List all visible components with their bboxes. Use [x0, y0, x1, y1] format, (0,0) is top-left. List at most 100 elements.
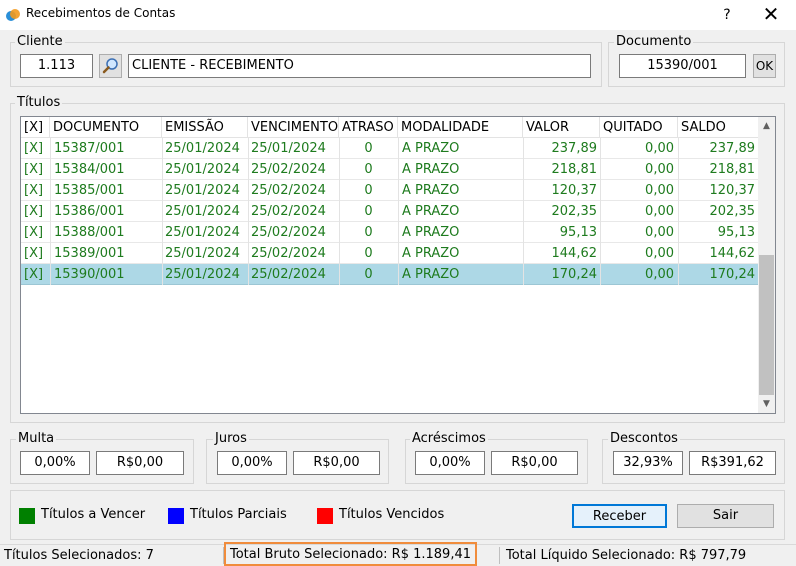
column-divider	[523, 138, 524, 159]
column-divider	[398, 138, 399, 159]
column-divider	[600, 180, 601, 201]
column-divider	[248, 201, 249, 222]
cliente-code-field[interactable]: 1.113	[20, 54, 93, 78]
scroll-up-icon[interactable]: ▲	[758, 119, 775, 133]
multa-legend: Multa	[16, 431, 57, 446]
cell-saldo: 170,24	[709, 267, 756, 282]
cell-vencimento: 25/02/2024	[251, 246, 326, 261]
sair-button[interactable]: Sair	[677, 504, 774, 528]
column-divider	[248, 222, 249, 243]
column-divider	[600, 264, 601, 285]
cell-vencimento: 25/02/2024	[251, 183, 326, 198]
scroll-thumb[interactable]	[759, 255, 774, 395]
titulos-grid[interactable]: [X] DOCUMENTO EMISSÃO VENCIMENTO ATRASO …	[20, 116, 776, 414]
column-divider	[678, 264, 679, 285]
help-button[interactable]: ?	[712, 3, 742, 27]
cell-check: [X]	[24, 141, 44, 156]
cell-documento: 15388/001	[54, 225, 125, 240]
col-header-vencimento[interactable]: VENCIMENTO	[248, 117, 339, 138]
table-row[interactable]: [X] 15386/001 25/01/2024 25/02/2024 0 A PRAZO…	[21, 201, 758, 222]
cliente-legend: Cliente	[15, 34, 65, 49]
acrescimos-percent-field[interactable]: 0,00%	[415, 451, 485, 475]
cell-quitado: 0,00	[645, 267, 674, 282]
column-divider	[50, 243, 51, 264]
col-header-valor[interactable]: VALOR	[523, 117, 600, 138]
titulos-legend: Títulos	[15, 95, 63, 110]
table-row[interactable]: [X] 15390/001 25/01/2024 25/02/2024 0 A PRAZO…	[21, 264, 758, 285]
cell-vencimento: 25/02/2024	[251, 225, 326, 240]
column-divider	[162, 159, 163, 180]
column-divider	[248, 138, 249, 159]
col-header-atraso[interactable]: ATRASO	[339, 117, 398, 138]
status-total-liquido: Total Líquido Selecionado: R$ 797,79	[506, 548, 747, 563]
column-divider	[678, 138, 679, 159]
cell-valor: 144,62	[551, 246, 598, 261]
col-header-quitado[interactable]: QUITADO	[600, 117, 678, 138]
cell-emissao: 25/01/2024	[165, 267, 240, 282]
column-divider	[600, 243, 601, 264]
cell-vencimento: 25/02/2024	[251, 267, 326, 282]
cell-saldo: 237,89	[709, 141, 756, 156]
column-divider	[678, 159, 679, 180]
legend-label-vencer: Títulos a Vencer	[41, 507, 146, 522]
close-icon[interactable]: ✕	[756, 3, 786, 27]
cell-valor: 202,35	[551, 204, 598, 219]
scroll-down-icon[interactable]: ▼	[758, 397, 775, 411]
cliente-search-button[interactable]	[99, 54, 122, 78]
column-divider	[50, 222, 51, 243]
column-divider	[398, 159, 399, 180]
juros-amount-field[interactable]: R$0,00	[293, 451, 380, 475]
table-row[interactable]: [X] 15384/001 25/01/2024 25/02/2024 0 A PRAZO…	[21, 159, 758, 180]
col-header-emissao[interactable]: EMISSÃO	[162, 117, 248, 138]
col-header-modalidade[interactable]: MODALIDADE	[398, 117, 523, 138]
grid-scrollbar[interactable]: ▲ ▼	[758, 117, 775, 413]
cliente-name-field[interactable]: CLIENTE - RECEBIMENTO	[128, 54, 591, 78]
window-title: Recebimentos de Contas	[26, 6, 176, 20]
col-header-check[interactable]: [X]	[21, 117, 50, 138]
juros-percent-field[interactable]: 0,00%	[217, 451, 287, 475]
column-divider	[339, 264, 340, 285]
cell-saldo: 202,35	[709, 204, 756, 219]
multa-amount-field[interactable]: R$0,00	[96, 451, 184, 475]
col-header-saldo[interactable]: SALDO	[678, 117, 758, 138]
column-divider	[523, 159, 524, 180]
cell-quitado: 0,00	[645, 183, 674, 198]
column-divider	[600, 201, 601, 222]
cell-documento: 15387/001	[54, 141, 125, 156]
col-header-documento[interactable]: DOCUMENTO	[50, 117, 162, 138]
column-divider	[398, 201, 399, 222]
cell-modalidade: A PRAZO	[402, 267, 460, 282]
table-row[interactable]: [X] 15389/001 25/01/2024 25/02/2024 0 A PRAZO…	[21, 243, 758, 264]
column-divider	[678, 222, 679, 243]
magnifier-icon	[102, 58, 118, 74]
table-row[interactable]: [X] 15387/001 25/01/2024 25/01/2024 0 A PRAZO…	[21, 138, 758, 159]
documento-field[interactable]: 15390/001	[619, 54, 746, 78]
table-row[interactable]: [X] 15388/001 25/01/2024 25/02/2024 0 A PRAZO…	[21, 222, 758, 243]
column-divider	[678, 180, 679, 201]
cell-valor: 237,89	[551, 141, 598, 156]
multa-percent-field[interactable]: 0,00%	[20, 451, 90, 475]
descontos-percent-field[interactable]: 32,93%	[613, 451, 683, 475]
cell-documento: 15385/001	[54, 183, 125, 198]
cell-check: [X]	[24, 204, 44, 219]
receber-button[interactable]: Receber	[572, 504, 667, 528]
column-divider	[678, 243, 679, 264]
ok-button[interactable]: OK	[753, 54, 776, 78]
cell-documento: 15390/001	[54, 267, 125, 282]
cell-vencimento: 25/02/2024	[251, 204, 326, 219]
column-divider	[50, 138, 51, 159]
grid-header: [X] DOCUMENTO EMISSÃO VENCIMENTO ATRASO …	[21, 117, 758, 138]
column-divider	[523, 201, 524, 222]
documento-legend: Documento	[614, 34, 694, 49]
legend-swatch-parciais	[168, 508, 184, 524]
acrescimos-amount-field[interactable]: R$0,00	[491, 451, 578, 475]
table-row[interactable]: [X] 15385/001 25/01/2024 25/02/2024 0 A PRAZO…	[21, 180, 758, 201]
column-divider	[162, 201, 163, 222]
cell-saldo: 144,62	[709, 246, 756, 261]
cell-atraso: 0	[364, 246, 373, 261]
cell-saldo: 120,37	[709, 183, 756, 198]
descontos-amount-field[interactable]: R$391,62	[689, 451, 776, 475]
cell-check: [X]	[24, 183, 44, 198]
column-divider	[600, 159, 601, 180]
cell-modalidade: A PRAZO	[402, 183, 460, 198]
